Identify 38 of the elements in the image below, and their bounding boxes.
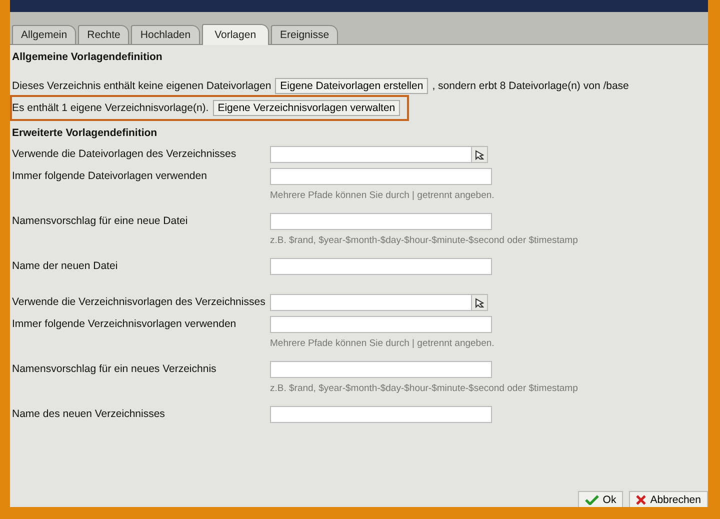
action-button[interactable]: Eigene Dateivorlagen erstellen (275, 78, 428, 94)
tab[interactable]: Hochladen (131, 25, 200, 44)
info-text: , sondern erbt 8 Dateivorlage(n) von /base (432, 80, 629, 92)
field-label: Namensvorschlag für ein neues Verzeichnis (12, 362, 218, 377)
tab[interactable]: Allgemein (12, 25, 76, 44)
field-label: Verwende die Dateivorlagen des Verzeichnisses (12, 147, 238, 162)
hint-text: z.B. $rand, $year-$month-$day-$hour-$minute-$second oder $timestamp (270, 383, 578, 394)
hint-text: Mehrere Pfade können Sie durch | getrennt angeben. (270, 190, 494, 201)
field-label: Name des neuen Verzeichnisses (12, 407, 166, 422)
cursor-icon[interactable] (471, 147, 487, 162)
field-label: Immer folgende Verzeichnisvorlagen verwenden (12, 317, 238, 332)
hint-text: Mehrere Pfade können Sie durch | getrennt angeben. (270, 338, 494, 349)
input-field[interactable] (270, 168, 492, 185)
section-heading: Allgemeine Vorlagendefinition (12, 51, 164, 63)
input-field[interactable] (270, 406, 492, 423)
field-label: Namensvorschlag für eine neue Datei (12, 214, 189, 229)
checkmark-icon (584, 494, 599, 504)
cancel-button[interactable]: Abbrechen (629, 491, 708, 507)
close-icon (636, 494, 646, 504)
info-text: Es enthält 1 eigene Verzeichnisvorlage(n). (12, 102, 209, 114)
info-text: Dieses Verzeichnis enthält keine eigenen Dateivorlagen (12, 80, 272, 92)
field-label: Verwende die Verzeichnisvorlagen des Verzeichnisses (12, 295, 266, 310)
input-field[interactable] (270, 213, 492, 230)
hint-text: z.B. $rand, $year-$month-$day-$hour-$minute-$second oder $timestamp (270, 235, 578, 246)
field-label: Immer folgende Dateivorlagen verwenden (12, 169, 208, 184)
input-field[interactable] (270, 316, 492, 333)
cursor-icon[interactable] (471, 295, 487, 310)
lookup-field[interactable] (270, 294, 488, 311)
field-label: Name der neuen Datei (12, 259, 119, 274)
section-heading: Erweiterte Vorlagendefinition (12, 127, 158, 139)
tab[interactable]: Vorlagen (202, 24, 270, 45)
ok-button[interactable]: Ok (578, 491, 624, 507)
input-field[interactable] (270, 361, 492, 378)
action-button[interactable]: Eigene Verzeichnisvorlagen verwalten (212, 100, 400, 116)
lookup-field[interactable] (270, 146, 488, 163)
tab[interactable]: Rechte (78, 25, 130, 44)
input-field[interactable] (270, 258, 492, 275)
tab[interactable]: Ereignisse (271, 25, 338, 44)
